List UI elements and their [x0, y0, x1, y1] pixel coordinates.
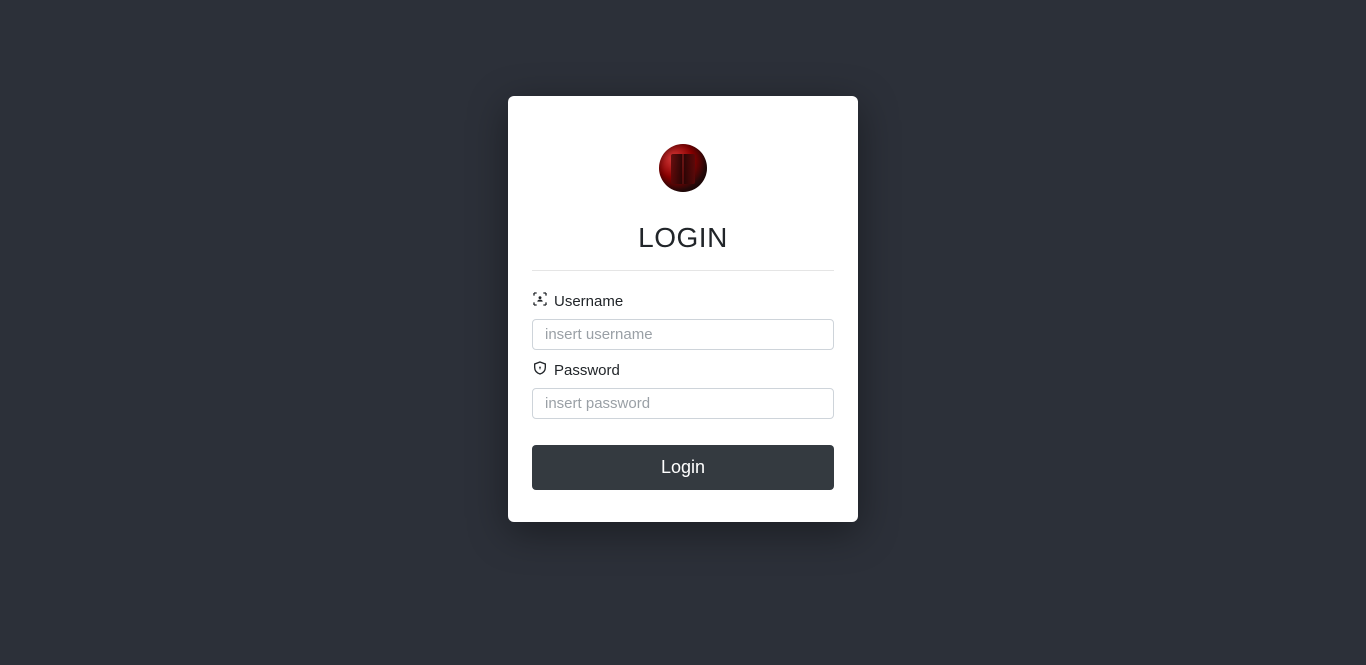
user-frame-icon — [532, 291, 548, 311]
password-label-row: Password — [532, 360, 834, 380]
username-input[interactable] — [532, 319, 834, 350]
password-label: Password — [554, 362, 620, 379]
username-label-row: Username — [532, 291, 834, 311]
password-input[interactable] — [532, 388, 834, 419]
login-card: LOGIN Username Password — [508, 96, 858, 522]
app-logo — [659, 144, 707, 192]
username-label: Username — [554, 293, 623, 310]
login-title: LOGIN — [532, 222, 834, 254]
login-button[interactable]: Login — [532, 445, 834, 490]
login-form: Username Password Login — [532, 291, 834, 490]
divider — [532, 270, 834, 271]
shield-icon — [532, 360, 548, 380]
